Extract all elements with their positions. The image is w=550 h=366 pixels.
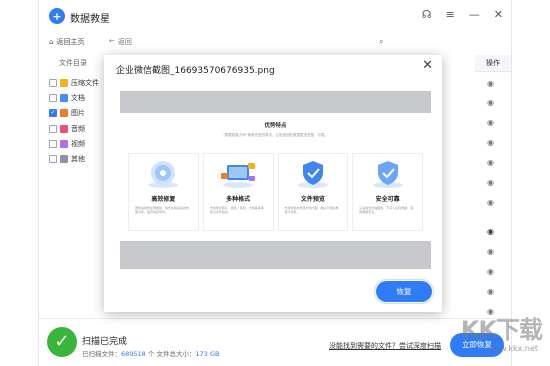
app-title: 数据救星 — [70, 14, 110, 25]
tree-item-audio[interactable]: 音频 — [49, 121, 99, 136]
preview-eye-icon[interactable]: ◉ — [487, 138, 494, 147]
checkbox[interactable] — [49, 155, 57, 164]
watermark-brand: KK下载 — [460, 316, 543, 344]
image-preview: 优势特点 “数据救星大师”使用先进的算法，让您找回的数据更加完整、可靠。 高效修… — [120, 91, 431, 269]
preview-eye-icon[interactable]: ◉ — [487, 118, 494, 127]
size-label: 个 文件总大小： — [147, 350, 196, 358]
preview-eye-icon[interactable]: ◉ — [487, 178, 494, 187]
other-file-icon — [60, 155, 68, 164]
back-home-label: 返回主页 — [56, 38, 85, 46]
tree-item-label: 视频 — [71, 139, 85, 148]
recover-button[interactable]: 恢复 — [374, 279, 434, 304]
preview-heading: 优势特点 — [264, 123, 287, 129]
search-icon[interactable]: ⌕ — [379, 37, 383, 47]
tree-item-other[interactable]: 其他 — [49, 151, 99, 166]
headset-icon[interactable]: ☊ — [422, 9, 432, 20]
image-file-icon — [60, 109, 68, 118]
preview-eye-icon[interactable]: ◉ — [487, 247, 494, 256]
checkbox-checked[interactable] — [49, 109, 57, 118]
app-logo-icon: + — [49, 8, 65, 24]
preview-eye-icon[interactable]: ◉ — [487, 158, 494, 167]
tree-item-video[interactable]: 视频 — [49, 136, 99, 151]
shield-check-icon — [297, 161, 328, 188]
preview-eye-icon[interactable]: ◉ — [487, 79, 494, 88]
scanned-label: 已扫描文件： — [82, 350, 121, 358]
feature-desc: 支持恢复照片、视频、音频、文档等多种常见文件格式。 — [209, 206, 264, 214]
preview-eye-icon[interactable]: ◉ — [487, 287, 494, 296]
action-column: 操作 ◉ ◉ ◉ ◉ ◉ ◉ ◉ ◉ ◉ ◉ ◉ ◉ — [475, 55, 511, 316]
tree-item-label: 压缩文件 — [71, 78, 99, 87]
file-type-tree: 压缩文件 文档 图片 音频 视频 — [49, 75, 99, 167]
tree-item-label: 音频 — [71, 124, 85, 133]
feature-card: 文件预览 支持恢复前预览文件内容，确认无误后再进行恢复。 — [277, 153, 349, 231]
close-icon[interactable]: ✕ — [494, 9, 503, 20]
check-circle-icon: ✓ — [47, 327, 77, 357]
window-controls: ☊ ≡ — ✕ — [422, 9, 503, 20]
disc-icon — [148, 161, 179, 188]
preview-document: 优势特点 “数据救星大师”使用先进的算法，让您找回的数据更加完整、可靠。 高效修… — [120, 113, 431, 241]
feature-card: 安全可靠 只读模式扫描磁盘，不写入任何数据，保障数据安全。 — [352, 153, 423, 231]
shield-safe-icon — [372, 161, 403, 188]
minimize-icon[interactable]: — — [469, 9, 480, 20]
site-watermark: KK下载 www.kkx.net — [428, 308, 546, 364]
feature-desc: 支持恢复前预览文件内容，确认无误后再进行恢复。 — [284, 206, 339, 214]
feature-title: 高效修复 — [151, 196, 176, 203]
close-icon[interactable]: ✕ — [422, 59, 433, 72]
archive-file-icon — [60, 78, 68, 87]
feature-card: 多种格式 支持恢复照片、视频、音频、文档等多种常见文件格式。 — [202, 153, 274, 231]
document-file-icon — [60, 93, 68, 102]
size-value: 173 GB — [195, 350, 220, 358]
feature-title: 多种格式 — [226, 196, 251, 203]
audio-file-icon — [60, 124, 68, 133]
tree-item-label: 图片 — [71, 109, 85, 118]
checkbox[interactable] — [49, 124, 57, 133]
sidebar-title: 文件目录 — [59, 59, 87, 67]
scan-status: 扫描已完成 — [82, 337, 128, 347]
scan-stats: 已扫描文件：689518 个 文件总大小：173 GB — [82, 348, 219, 358]
tree-item-archive[interactable]: 压缩文件 — [49, 75, 99, 90]
toolbar: ⌂ 返回主页 ← 返回 ⌕ — [39, 32, 511, 52]
arrow-left-icon: ← — [109, 37, 115, 45]
back-label: 返回 — [117, 38, 132, 46]
deep-scan-link[interactable]: 没能找到需要的文件？尝试深度扫描 — [329, 341, 441, 351]
preview-eye-icon[interactable]: ◉ — [487, 98, 494, 107]
preview-subtitle: “数据救星大师”使用先进的算法，让您找回的数据更加完整、可靠。 — [222, 133, 329, 137]
preview-eye-icon[interactable]: ◉ — [487, 198, 494, 207]
preview-dialog: 企业微信截图_16693570676935.png ✕ 优势特点 “数据救星大师… — [104, 55, 442, 312]
dialog-title: 企业微信截图_16693570676935.png — [116, 66, 275, 76]
tree-item-images[interactable]: 图片 — [49, 106, 99, 121]
scanned-count: 689518 — [121, 350, 146, 358]
tree-item-label: 其他 — [71, 155, 85, 164]
preview-eye-icon[interactable]: ◉ — [487, 267, 494, 276]
feature-desc: 只读模式扫描磁盘，不写入任何数据，保障数据安全。 — [359, 206, 414, 214]
back-home-button[interactable]: ⌂ 返回主页 — [49, 37, 84, 47]
tree-item-label: 文档 — [71, 93, 85, 102]
tree-item-documents[interactable]: 文档 — [49, 90, 99, 105]
title-bar: + 数据救星 ☊ ≡ — ✕ — [39, 0, 511, 32]
feature-cards: 高效修复 更快速地恢复误删除、格式化等丢失的数据文件，提高恢复效率。 多种格式 … — [128, 153, 423, 231]
checkbox[interactable] — [49, 139, 57, 148]
feature-desc: 更快速地恢复误删除、格式化等丢失的数据文件，提高恢复效率。 — [135, 206, 190, 214]
feature-title: 文件预览 — [300, 196, 325, 203]
checkbox[interactable] — [49, 78, 57, 87]
action-column-header: 操作 — [475, 55, 511, 72]
feature-card: 高效修复 更快速地恢复误删除、格式化等丢失的数据文件，提高恢复效率。 — [128, 153, 199, 231]
menu-icon[interactable]: ≡ — [446, 9, 455, 20]
formats-icon — [221, 163, 256, 188]
checkbox[interactable] — [49, 93, 57, 102]
video-file-icon — [60, 139, 68, 148]
home-icon: ⌂ — [49, 38, 54, 46]
feature-title: 安全可靠 — [375, 196, 400, 203]
back-button[interactable]: ← 返回 — [109, 37, 132, 47]
watermark-url: www.kkx.net — [486, 344, 538, 353]
preview-eye-icon[interactable]: ◉ — [487, 227, 494, 236]
